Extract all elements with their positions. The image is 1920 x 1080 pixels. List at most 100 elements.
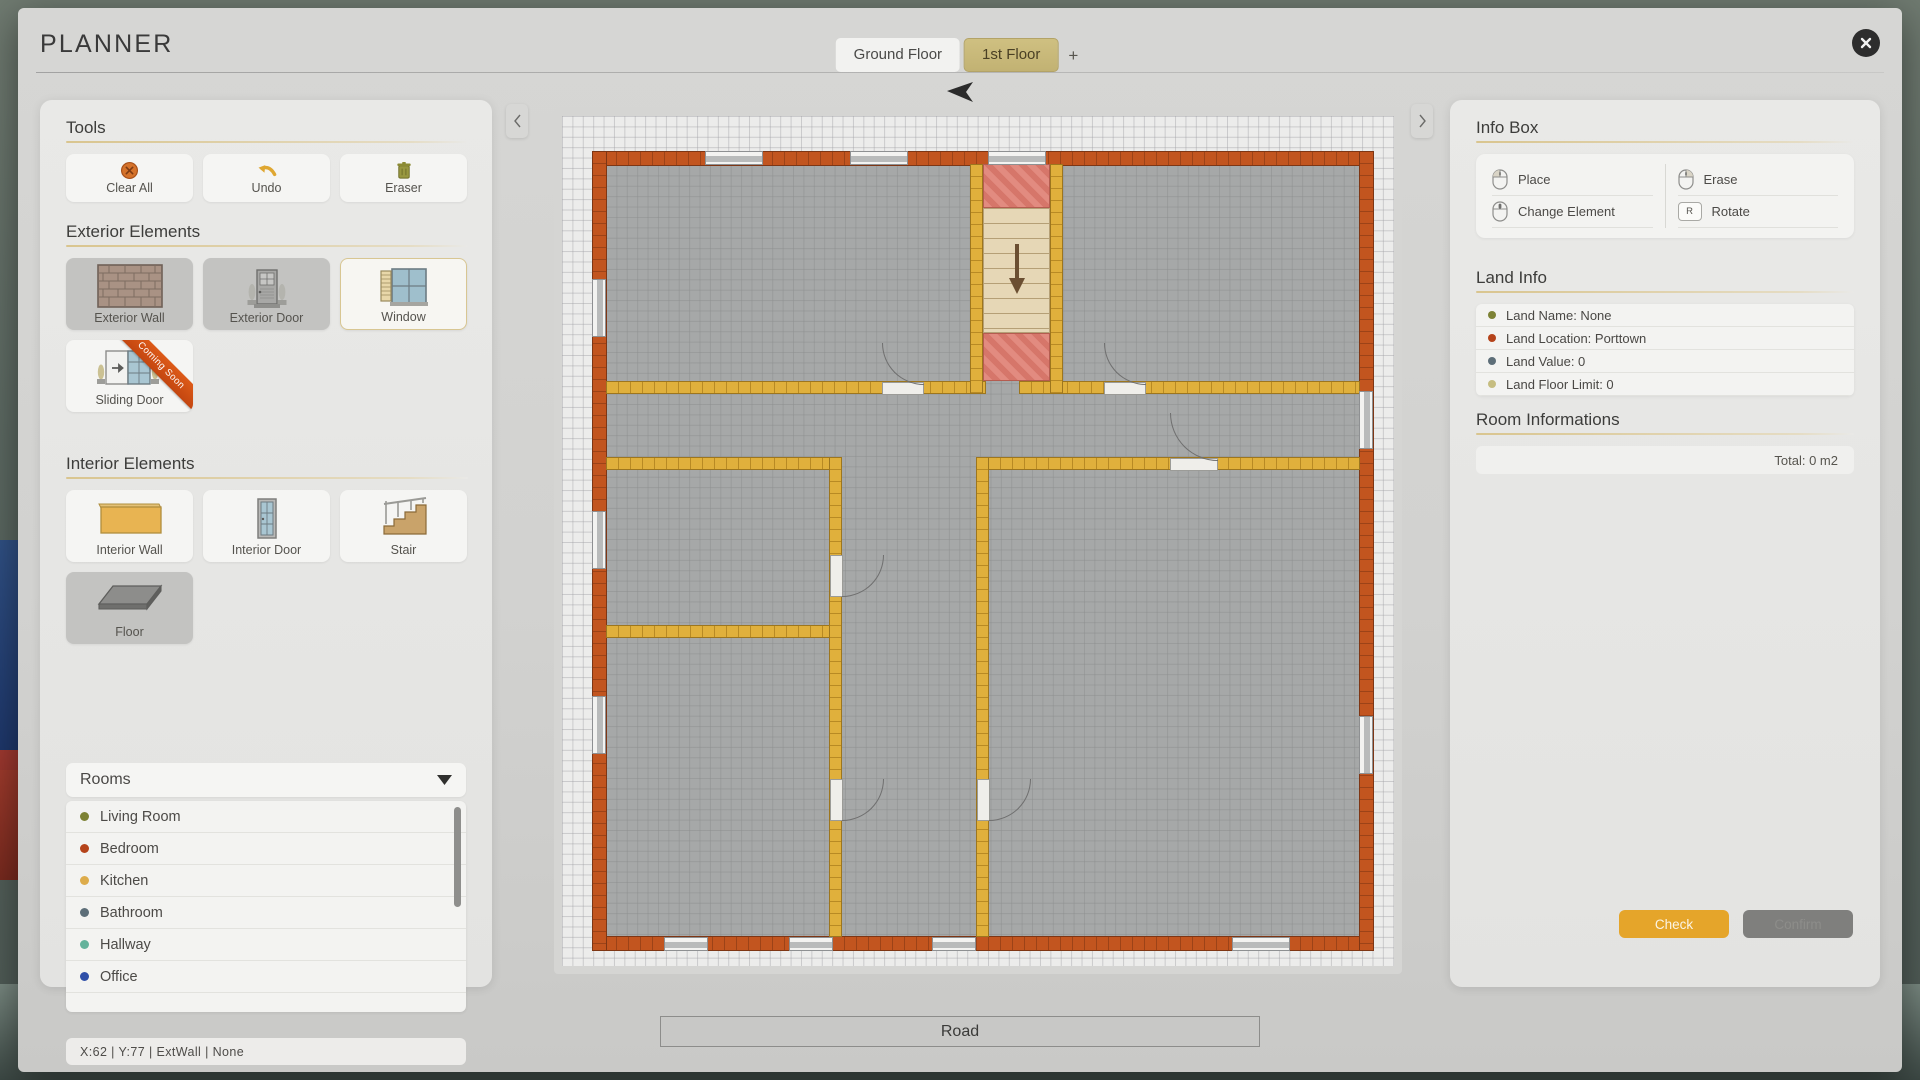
infobox-row-place: Place (1492, 164, 1653, 196)
room-color-dot (80, 940, 89, 949)
infobox-right-column: Erase R Rotate (1665, 164, 1851, 228)
land-info-list: Land Name: None Land Location: Porttown … (1476, 304, 1854, 396)
interior-wall-h2 (1019, 381, 1360, 394)
room-color-dot (80, 972, 89, 981)
exterior-door-icon (245, 264, 289, 311)
mouse-right-click-icon (1678, 169, 1694, 190)
collapse-right-panel-button[interactable] (1411, 104, 1433, 138)
exterior-wall-right (1359, 151, 1374, 951)
list-item[interactable]: Kitchen (66, 865, 466, 897)
exterior-tiles: Exterior Wall (66, 258, 468, 412)
element-stair[interactable]: Stair (340, 490, 467, 562)
header-divider (36, 72, 1884, 73)
eraser-label: Eraser (385, 181, 422, 195)
road-label-bar: Road (660, 1016, 1260, 1047)
close-button[interactable] (1852, 29, 1880, 57)
stair-wall-left (970, 164, 983, 394)
room-label: Bedroom (100, 841, 159, 857)
interior-wall-h5 (606, 625, 836, 638)
eraser-button[interactable]: Eraser (340, 154, 467, 202)
right-panel-actions: Check Confirm (1450, 910, 1880, 938)
list-item[interactable]: Hallway (66, 929, 466, 961)
chevron-left-icon (513, 114, 522, 128)
tools-row: Clear All Undo Erase (66, 154, 468, 202)
undo-button[interactable]: Undo (203, 154, 330, 202)
list-item[interactable]: Office (66, 961, 466, 993)
canvas-grid[interactable] (562, 116, 1394, 966)
window-left-1 (592, 279, 606, 337)
chevron-down-icon (437, 775, 452, 785)
stair-icon (378, 496, 430, 540)
list-item[interactable]: Bedroom (66, 833, 466, 865)
check-button[interactable]: Check (1619, 910, 1729, 938)
list-item[interactable]: Living Room (66, 801, 466, 833)
tab-1st-floor[interactable]: 1st Floor (964, 38, 1058, 72)
floor-tabs: Ground Floor 1st Floor + (836, 38, 1085, 72)
rooms-dropdown[interactable]: Rooms (66, 763, 466, 797)
close-icon (1858, 35, 1874, 51)
planner-window: PLANNER Ground Floor 1st Floor + Tools (18, 8, 1902, 1072)
collapse-left-panel-button[interactable] (506, 104, 528, 138)
floorplan-canvas[interactable] (554, 108, 1402, 974)
room-label: Kitchen (100, 873, 148, 889)
tab-ground-floor[interactable]: Ground Floor (836, 38, 960, 72)
place-label: Place (1518, 172, 1551, 187)
rotate-label: Rotate (1712, 204, 1750, 219)
interior-wall-h1 (606, 381, 986, 394)
infobox-row-erase: Erase (1678, 164, 1839, 196)
infobox-row-rotate: R Rotate (1678, 196, 1839, 228)
tools-section: Tools Clear All Undo (66, 118, 468, 202)
rooms-list[interactable]: Living Room Bedroom Kitchen Bathroom Hal… (66, 801, 466, 1012)
undo-icon (256, 162, 278, 180)
window-bottom-4 (1232, 937, 1290, 951)
interior-wall-label: Interior Wall (96, 543, 162, 557)
land-color-dot (1488, 380, 1496, 388)
element-window[interactable]: Window (340, 258, 467, 330)
element-sliding-door[interactable]: Sliding Door Coming Soon (66, 340, 193, 412)
room-color-dot (80, 876, 89, 885)
left-tool-panel: Tools Clear All Undo (40, 100, 492, 987)
room-color-dot (80, 812, 89, 821)
window-right-2 (1359, 716, 1373, 774)
window-bottom-2 (789, 937, 833, 951)
room-color-dot (80, 908, 89, 917)
land-row-location: Land Location: Porttown (1476, 327, 1854, 350)
window-top-2 (850, 151, 908, 165)
interior-door-label: Interior Door (232, 543, 301, 557)
sliding-door-label: Sliding Door (95, 393, 163, 407)
section-divider (66, 141, 468, 143)
cursor-status-bar: X:62 | Y:77 | ExtWall | None (66, 1038, 466, 1065)
interior-elements-section: Interior Elements Interior Wall (66, 454, 468, 644)
element-floor[interactable]: Floor (66, 572, 193, 644)
stair-label: Stair (391, 543, 417, 557)
exterior-elements-section: Exterior Elements (66, 222, 468, 412)
floorplan-drawing (592, 151, 1374, 951)
interior-wall-h4 (976, 457, 1360, 470)
infobox-left-column: Place Change Element (1480, 164, 1665, 228)
land-color-dot (1488, 357, 1496, 365)
add-floor-button[interactable]: + (1062, 47, 1084, 64)
interior-door-icon (250, 496, 284, 542)
confirm-button[interactable]: Confirm (1743, 910, 1853, 938)
land-value-value: Land Value: 0 (1506, 354, 1585, 369)
element-exterior-wall[interactable]: Exterior Wall (66, 258, 193, 330)
clear-all-button[interactable]: Clear All (66, 154, 193, 202)
rooms-list-scrollbar[interactable] (454, 807, 461, 907)
erase-label: Erase (1704, 172, 1738, 187)
room-total-area: Total: 0 m2 (1476, 446, 1854, 474)
infobox-card: Place Change Element (1476, 154, 1854, 238)
element-interior-door[interactable]: Interior Door (203, 490, 330, 562)
window-left-2 (592, 511, 606, 569)
interior-wall-h3 (606, 457, 836, 470)
element-exterior-door[interactable]: Exterior Door (203, 258, 330, 330)
list-item[interactable]: Bathroom (66, 897, 466, 929)
stair-landing-bottom (983, 333, 1050, 381)
stairwell (983, 164, 1050, 381)
room-informations-title: Room Informations (1476, 410, 1854, 430)
window-top-3 (988, 151, 1046, 165)
interior-tiles: Interior Wall Interior Door (66, 490, 468, 644)
element-interior-wall[interactable]: Interior Wall (66, 490, 193, 562)
chevron-right-icon (1418, 114, 1427, 128)
page-title: PLANNER (40, 30, 174, 59)
room-informations-section: Room Informations Total: 0 m2 (1476, 410, 1854, 474)
